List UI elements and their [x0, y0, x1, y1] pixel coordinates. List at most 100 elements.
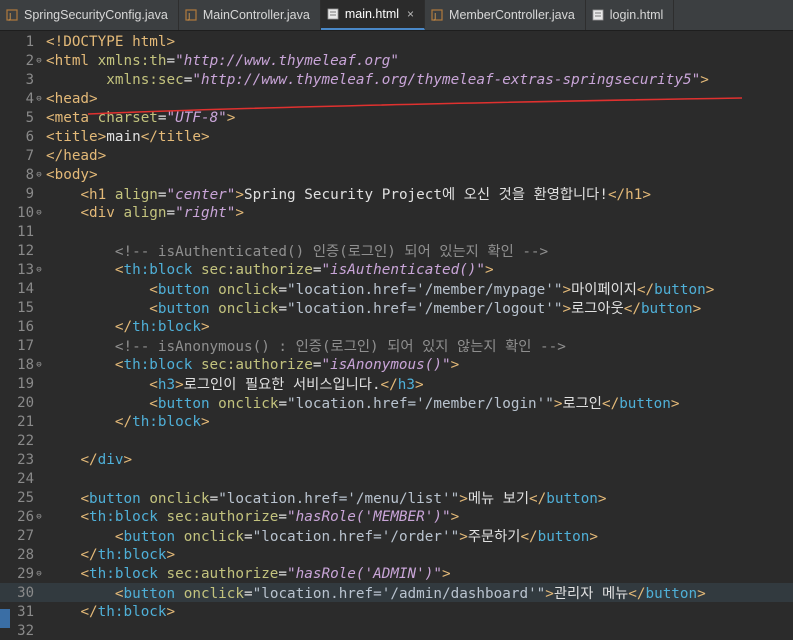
- code-line[interactable]: 17 <!-- isAnonymous() : 인증(로그인) 되어 있지 않는…: [0, 336, 793, 356]
- code-line[interactable]: 6 <title>main</title>: [0, 127, 793, 146]
- line-number: 13: [17, 261, 34, 278]
- line-number: 7: [25, 147, 34, 164]
- line-number: 20: [17, 394, 34, 411]
- code-text: <th:block sec:authorize="isAnonymous()">: [114, 356, 460, 373]
- line-number: 14: [17, 280, 34, 297]
- code-line[interactable]: 5 <meta charset="UTF-8">: [0, 108, 793, 127]
- line-number: 31: [17, 603, 34, 620]
- code-line[interactable]: 30 <button onclick="location.href='/admi…: [0, 583, 793, 602]
- code-text: <button onclick="location.href='/menu/li…: [80, 491, 607, 507]
- fold-toggle-icon[interactable]: ⊖: [34, 569, 44, 579]
- code-line[interactable]: 4 ⊖ <head>: [0, 89, 793, 108]
- line-number: 30: [17, 584, 34, 601]
- line-number: 22: [17, 432, 34, 449]
- line-number: 25: [17, 489, 34, 506]
- line-number: 26: [17, 508, 34, 525]
- line-number: 19: [17, 375, 34, 392]
- code-text: <!DOCTYPE html>: [46, 33, 176, 50]
- line-number: 10: [17, 204, 34, 221]
- code-line[interactable]: 26 ⊖ <th:block sec:authorize="hasRole('ME…: [0, 507, 793, 526]
- code-line[interactable]: 9 <h1 align="center">Spring Security Pro…: [0, 184, 793, 204]
- code-text: <button onclick="location.href='/member/…: [149, 282, 715, 298]
- tab-label: login.html: [609, 8, 664, 22]
- line-number: 4: [25, 90, 34, 107]
- line-number: 18: [17, 356, 34, 373]
- html-file-icon: [592, 9, 604, 21]
- code-line[interactable]: 1 <!DOCTYPE html>: [0, 32, 793, 51]
- line-number: 27: [17, 527, 34, 544]
- code-line[interactable]: 24: [0, 469, 793, 488]
- tab-label: SpringSecurityConfig.java: [24, 8, 168, 22]
- line-number: 15: [17, 299, 34, 316]
- close-icon[interactable]: ×: [407, 7, 414, 21]
- code-text: <button onclick="location.href='/member/…: [149, 301, 702, 317]
- code-line[interactable]: 13 ⊖ <th:block sec:authorize="isAuthentic…: [0, 260, 793, 279]
- tab-login-html[interactable]: login.html: [586, 0, 675, 30]
- line-number: 28: [17, 546, 34, 563]
- code-line[interactable]: 23 </div>: [0, 450, 793, 469]
- code-line[interactable]: 7 </head>: [0, 146, 793, 165]
- code-text: <th:block sec:authorize="hasRole('ADMIN'…: [80, 565, 451, 582]
- code-text: </th:block>: [80, 546, 176, 563]
- code-text: </th:block>: [80, 603, 176, 620]
- code-line[interactable]: 28 </th:block>: [0, 545, 793, 564]
- code-text: <button onclick="location.href='/admin/d…: [114, 586, 706, 602]
- tab-springsecurityconfig[interactable]: J SpringSecurityConfig.java: [0, 0, 179, 30]
- fold-toggle-icon[interactable]: ⊖: [34, 94, 44, 104]
- svg-text:J: J: [433, 12, 436, 21]
- tab-label: main.html: [344, 7, 400, 21]
- code-text: <title>main</title>: [46, 128, 210, 145]
- tab-label: MemberController.java: [449, 8, 575, 22]
- code-text: <meta charset="UTF-8">: [46, 109, 236, 126]
- code-line[interactable]: 15 <button onclick="location.href='/memb…: [0, 298, 793, 318]
- fold-toggle-icon[interactable]: ⊖: [34, 208, 44, 218]
- line-number: 17: [17, 337, 34, 354]
- code-text: <th:block sec:authorize="isAuthenticated…: [114, 261, 494, 278]
- tab-membercontroller[interactable]: J MemberController.java: [425, 0, 586, 30]
- code-line[interactable]: 16 </th:block>: [0, 317, 793, 336]
- code-line[interactable]: 12 <!-- isAuthenticated() 인증(로그인) 되어 있는지…: [0, 241, 793, 261]
- code-line[interactable]: 32: [0, 621, 793, 640]
- line-number: 6: [25, 128, 34, 145]
- code-text: </th:block>: [114, 318, 210, 335]
- tab-maincontroller[interactable]: J MainController.java: [179, 0, 321, 30]
- line-number: 5: [25, 109, 34, 126]
- code-text: </head>: [46, 147, 107, 164]
- code-line[interactable]: 19 <h3>로그인이 필요한 서비스입니다.</h3>: [0, 374, 793, 394]
- code-text: xmlns:sec="http://www.thymeleaf.org/thym…: [106, 71, 709, 88]
- code-line[interactable]: 22: [0, 431, 793, 450]
- code-text: <th:block sec:authorize="hasRole('MEMBER…: [80, 508, 460, 525]
- code-line[interactable]: 8 ⊖ <body>: [0, 165, 793, 184]
- code-line[interactable]: 31 </th:block>: [0, 602, 793, 621]
- code-line[interactable]: 27 <button onclick="location.href='/orde…: [0, 526, 793, 546]
- code-editor[interactable]: 1 <!DOCTYPE html> 2 ⊖ <html xmlns:th="http:/…: [0, 31, 793, 640]
- fold-toggle-icon[interactable]: ⊖: [34, 360, 44, 370]
- code-text: <h1 align="center">Spring Security Proje…: [80, 187, 651, 203]
- code-text: </div>: [80, 451, 133, 468]
- fold-toggle-icon[interactable]: ⊖: [34, 56, 44, 66]
- line-number: 9: [25, 185, 34, 202]
- code-line[interactable]: 2 ⊖ <html xmlns:th="http://www.thymeleaf.o…: [0, 51, 793, 70]
- code-line[interactable]: 25 <button onclick="location.href='/menu…: [0, 488, 793, 508]
- code-line[interactable]: 11: [0, 222, 793, 241]
- html-file-icon: [327, 8, 339, 20]
- code-text: <h3>로그인이 필요한 서비스입니다.</h3>: [149, 377, 424, 393]
- code-line[interactable]: 29 ⊖ <th:block sec:authorize="hasRole('AD…: [0, 564, 793, 583]
- code-line[interactable]: 18 ⊖ <th:block sec:authorize="isAnonymous…: [0, 355, 793, 374]
- fold-toggle-icon[interactable]: ⊖: [34, 512, 44, 522]
- code-line[interactable]: 21 </th:block>: [0, 412, 793, 431]
- code-line[interactable]: 10 ⊖ <div align="right">: [0, 203, 793, 222]
- code-line[interactable]: 14 <button onclick="location.href='/memb…: [0, 279, 793, 299]
- line-number: 12: [17, 242, 34, 259]
- fold-toggle-icon[interactable]: ⊖: [34, 265, 44, 275]
- java-file-icon: J: [431, 9, 443, 21]
- code-text: <button onclick="location.href='/member/…: [149, 396, 680, 412]
- editor-tab-bar: J SpringSecurityConfig.java J MainContro…: [0, 0, 793, 31]
- code-line[interactable]: 3 xmlns:sec="http://www.thymeleaf.org/th…: [0, 70, 793, 89]
- svg-text:J: J: [187, 12, 190, 21]
- code-line[interactable]: 20 <button onclick="location.href='/memb…: [0, 393, 793, 413]
- line-number: 11: [17, 223, 34, 240]
- line-number: 16: [17, 318, 34, 335]
- tab-main-html[interactable]: main.html ×: [320, 0, 426, 30]
- fold-toggle-icon[interactable]: ⊖: [34, 170, 44, 180]
